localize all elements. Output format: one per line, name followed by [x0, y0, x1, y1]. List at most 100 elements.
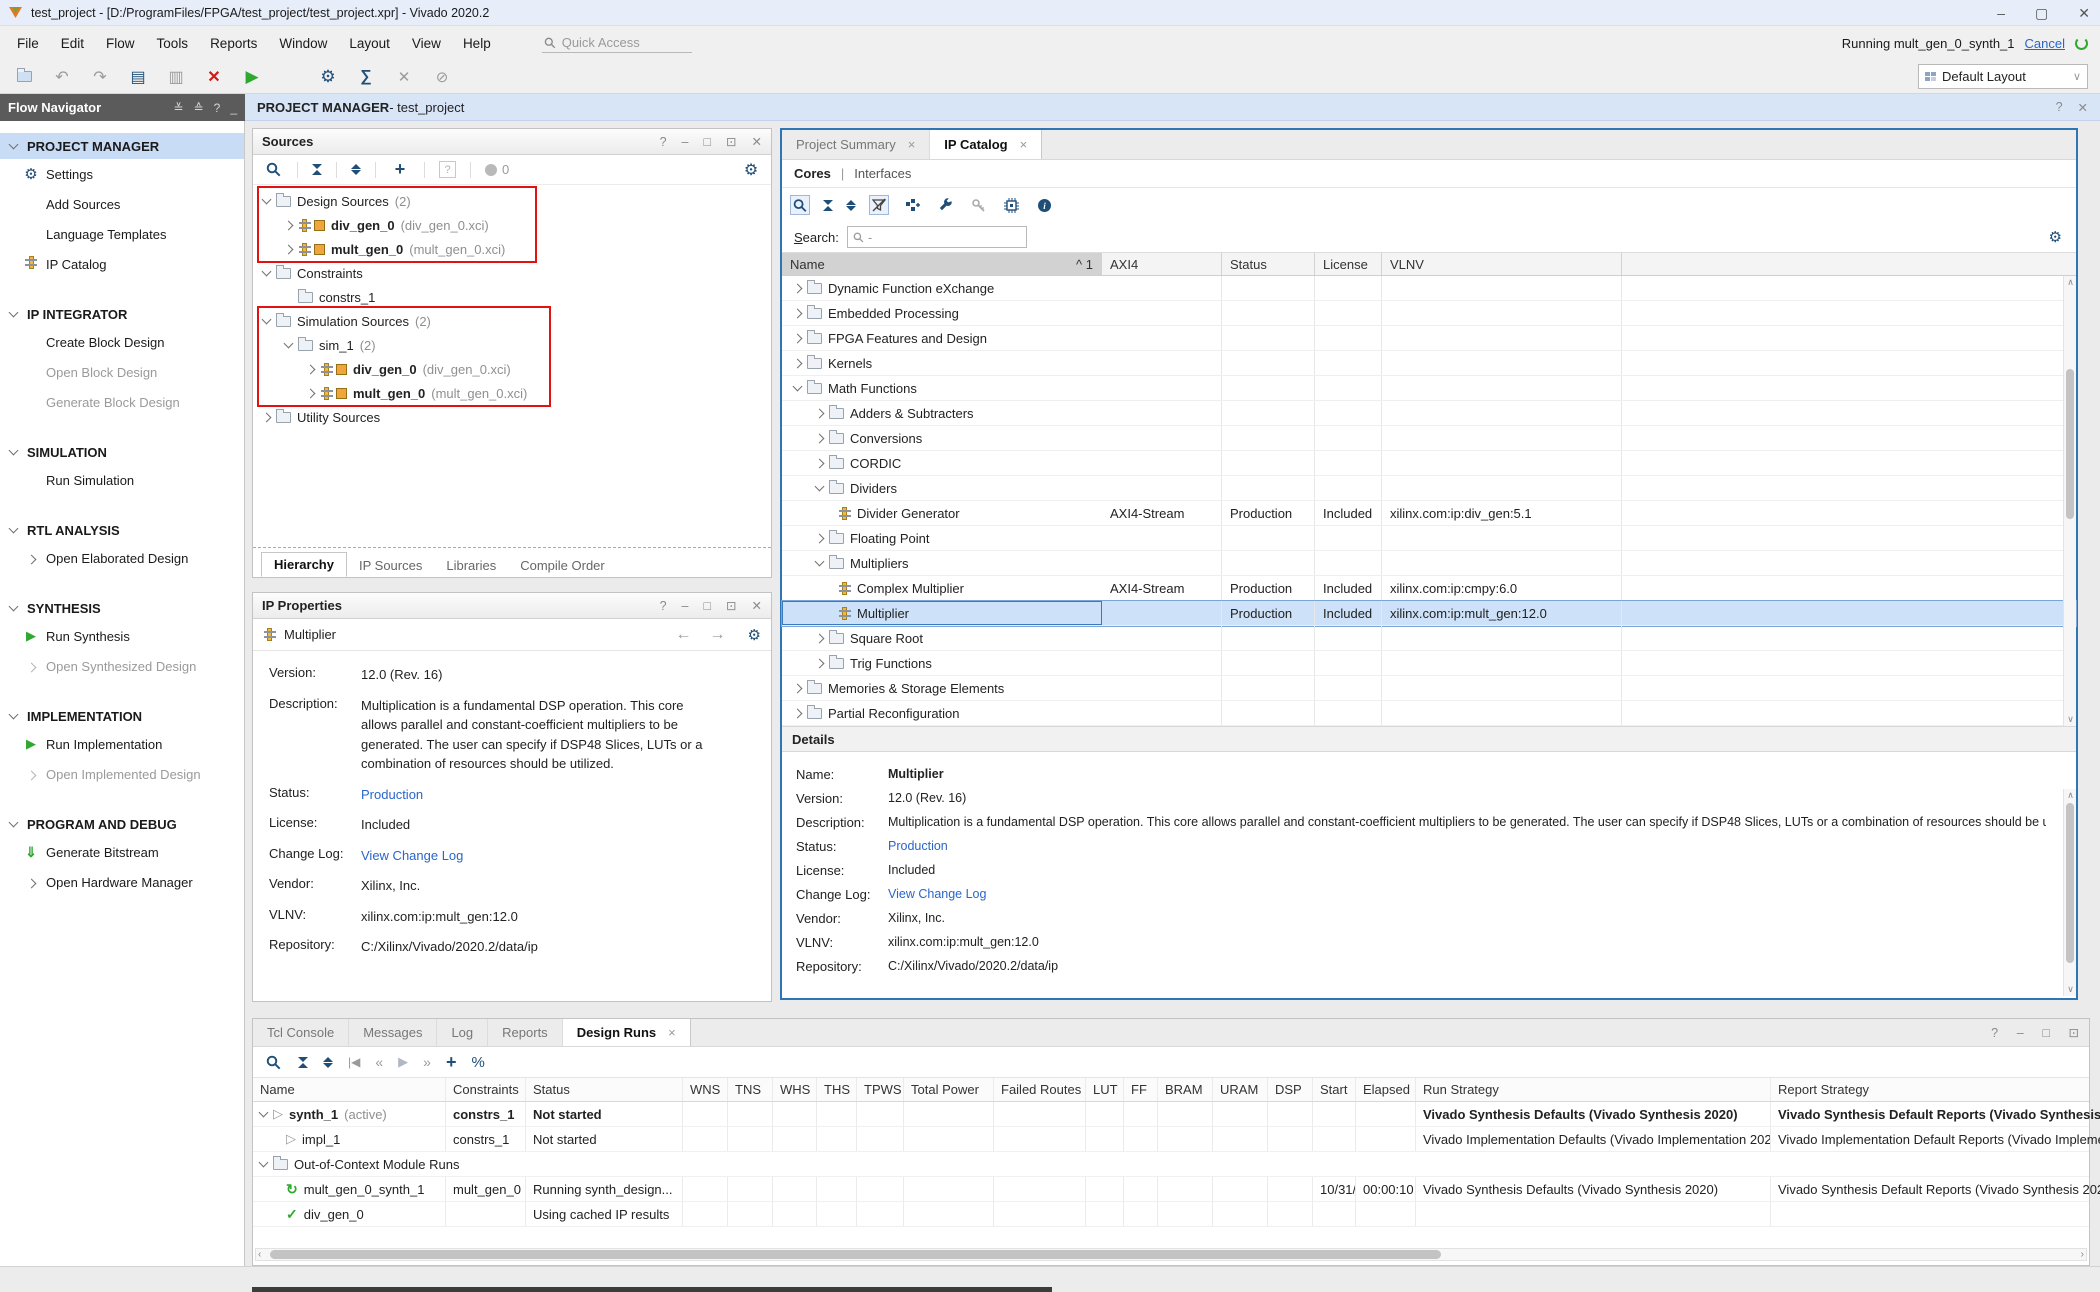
tree-row[interactable]: mult_gen_0 (mult_gen_0.xci)	[253, 237, 771, 261]
tab-project-summary[interactable]: Project Summary×	[782, 130, 930, 159]
flow-item-run-synthesis[interactable]: ▶Run Synthesis	[0, 621, 244, 651]
chevron-right-icon[interactable]	[793, 333, 803, 343]
minimize-panel-icon[interactable]: _	[230, 101, 237, 115]
toolbar-redo[interactable]: ↷	[90, 67, 110, 87]
run-column-failed-routes[interactable]: Failed Routes	[994, 1078, 1086, 1101]
catalog-row[interactable]: Multipliers	[782, 551, 2076, 576]
catalog-row[interactable]: Adders & Subtracters	[782, 401, 2076, 426]
toolbar-paste[interactable]: ▥	[166, 67, 186, 87]
flow-section-header-ip-integrator[interactable]: IP INTEGRATOR	[0, 301, 244, 327]
chevron-down-icon[interactable]	[9, 818, 19, 828]
close-tab-icon[interactable]: ×	[1020, 137, 1028, 152]
back-arrow-icon[interactable]: ←	[676, 626, 692, 644]
subtab-cores[interactable]: Cores	[794, 166, 831, 181]
run-column-start[interactable]: Start	[1313, 1078, 1356, 1101]
chevron-right-icon[interactable]	[262, 412, 272, 422]
search-icon[interactable]	[263, 160, 283, 180]
tree-row[interactable]: Utility Sources	[253, 405, 771, 429]
tree-row[interactable]: constrs_1	[253, 285, 771, 309]
tab-messages[interactable]: Messages	[349, 1019, 437, 1046]
tab-libraries[interactable]: Libraries	[434, 554, 508, 577]
chevron-down-icon[interactable]	[259, 1158, 269, 1168]
chevron-right-icon[interactable]	[815, 433, 825, 443]
flow-item-run-simulation[interactable]: Run Simulation	[0, 465, 244, 495]
menu-window[interactable]: Window	[268, 32, 338, 55]
column-header-name[interactable]: Name^ 1	[782, 253, 1102, 275]
run-column-lut[interactable]: LUT	[1086, 1078, 1124, 1101]
chevron-right-icon[interactable]	[26, 770, 36, 780]
chevron-right-icon[interactable]	[793, 683, 803, 693]
catalog-row[interactable]: Partial Reconfiguration	[782, 701, 2076, 726]
expand-all-icon[interactable]	[846, 200, 856, 211]
catalog-row[interactable]: Embedded Processing	[782, 301, 2076, 326]
run-column-wns[interactable]: WNS	[683, 1078, 728, 1101]
tab-log[interactable]: Log	[437, 1019, 488, 1046]
help-icon[interactable]: ?	[1991, 1026, 1998, 1040]
maximize-panel-icon[interactable]: □	[703, 135, 711, 149]
flow-item-open-hardware-manager[interactable]: Open Hardware Manager	[0, 867, 244, 897]
flow-item-ip-catalog[interactable]: IP Catalog	[0, 249, 244, 279]
chevron-down-icon[interactable]	[815, 482, 825, 492]
run-column-whs[interactable]: WHS	[773, 1078, 817, 1101]
help-icon[interactable]: ?	[2056, 100, 2063, 114]
chevron-down-icon[interactable]	[815, 557, 825, 567]
float-panel-icon[interactable]: ⊡	[726, 598, 736, 613]
tree-row[interactable]: Design Sources (2)	[253, 189, 771, 213]
sources-panel-header[interactable]: Sources ? – □ ⊡ ✕	[253, 129, 771, 155]
help-icon[interactable]: ?	[214, 101, 221, 115]
close-context-icon[interactable]: ✕	[2078, 100, 2088, 115]
toolbar-unlink[interactable]: ⊘	[432, 67, 452, 87]
search-icon[interactable]	[263, 1052, 283, 1072]
chevron-right-icon[interactable]	[815, 633, 825, 643]
chevron-right-icon[interactable]	[815, 408, 825, 418]
quick-access-search[interactable]: Quick Access	[542, 33, 692, 53]
minimize-button[interactable]: –	[1997, 5, 2005, 21]
column-header-axi4[interactable]: AXI4	[1102, 253, 1222, 275]
chevron-right-icon[interactable]	[815, 458, 825, 468]
run-column-uram[interactable]: URAM	[1213, 1078, 1268, 1101]
catalog-row[interactable]: Memories & Storage Elements	[782, 676, 2076, 701]
collapse-all-icon[interactable]	[823, 200, 833, 211]
flow-section-header-program-and-debug[interactable]: PROGRAM AND DEBUG	[0, 811, 244, 837]
chevron-down-icon[interactable]	[9, 602, 19, 612]
catalog-row[interactable]: Dividers	[782, 476, 2076, 501]
catalog-row[interactable]: MultiplierProductionIncludedxilinx.com:i…	[782, 601, 2076, 626]
tab-reports[interactable]: Reports	[488, 1019, 563, 1046]
flow-item-language-templates[interactable]: Language Templates	[0, 219, 244, 249]
column-header-status[interactable]: Status	[1222, 253, 1315, 275]
chevron-right-icon[interactable]	[815, 658, 825, 668]
maximize-panel-icon[interactable]: □	[703, 599, 711, 613]
cancel-run-link[interactable]: Cancel	[2025, 36, 2065, 51]
settings-gear-icon[interactable]: ⚙	[320, 67, 335, 87]
column-header-vlnv[interactable]: VLNV	[1382, 253, 1622, 275]
run-column-constraints[interactable]: Constraints	[446, 1078, 526, 1101]
flow-section-header-rtl-analysis[interactable]: RTL ANALYSIS	[0, 517, 244, 543]
flow-item-create-block-design[interactable]: Create Block Design	[0, 327, 244, 357]
catalog-row[interactable]: Square Root	[782, 626, 2076, 651]
collapse-all-icon[interactable]	[312, 164, 322, 175]
chevron-right-icon[interactable]	[306, 364, 316, 374]
chevron-down-icon[interactable]	[9, 308, 19, 318]
percent-utilization-icon[interactable]: %	[471, 1054, 484, 1071]
detail-value[interactable]: Production	[888, 839, 948, 853]
column-header-license[interactable]: License	[1315, 253, 1382, 275]
chevron-down-icon[interactable]	[9, 446, 19, 456]
horizontal-scrollbar[interactable]: ‹ ›	[255, 1248, 2087, 1261]
report-summary-icon[interactable]: ∑	[360, 68, 371, 86]
catalog-row[interactable]: Divider GeneratorAXI4-StreamProductionIn…	[782, 501, 2076, 526]
expand-all-icon[interactable]	[323, 1057, 333, 1068]
catalog-row[interactable]: Dynamic Function eXchange	[782, 276, 2076, 301]
flow-item-open-elaborated-design[interactable]: Open Elaborated Design	[0, 543, 244, 573]
catalog-row[interactable]: Trig Functions	[782, 651, 2076, 676]
report-icon[interactable]: ▤	[130, 67, 145, 87]
tree-row[interactable]: div_gen_0 (div_gen_0.xci)	[253, 213, 771, 237]
chevron-down-icon[interactable]	[9, 524, 19, 534]
catalog-search-input[interactable]: -	[847, 226, 1027, 248]
open-project-icon[interactable]	[17, 71, 32, 82]
chevron-down-icon[interactable]	[284, 339, 294, 349]
run-column-name[interactable]: Name	[253, 1078, 446, 1101]
minimize-panel-icon[interactable]: –	[682, 135, 689, 149]
chevron-right-icon[interactable]	[793, 308, 803, 318]
run-column-dsp[interactable]: DSP	[1268, 1078, 1313, 1101]
ip-properties-header[interactable]: IP Properties ? – □ ⊡ ✕	[253, 593, 771, 619]
